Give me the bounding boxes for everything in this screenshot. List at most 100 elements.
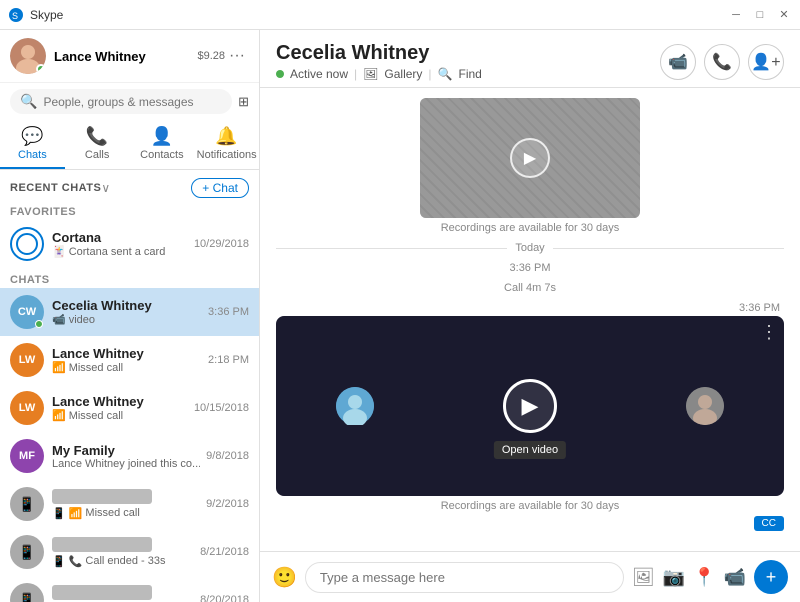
- list-item[interactable]: CW Cecelia Whitney 📹 video 3:36 PM: [0, 288, 259, 336]
- search-input[interactable]: [43, 95, 222, 109]
- more-options-icon[interactable]: ⋮: [760, 322, 778, 343]
- tab-calls-label: Calls: [85, 149, 109, 161]
- avatar: [10, 227, 44, 261]
- top-video-container: ▶: [276, 98, 784, 218]
- list-item[interactable]: 📱 ██████████ 📱 📶 Missed call 9/2/2018: [0, 480, 259, 528]
- search-box: 🔍: [10, 89, 232, 114]
- maximize-button[interactable]: □: [752, 7, 768, 23]
- message-input-bar: 🙂 🖼 📷 📍 📹 +: [260, 551, 800, 602]
- chat-info: Lance Whitney 📶 Missed call: [52, 394, 188, 422]
- chat-time: 10/15/2018: [194, 402, 249, 414]
- chat-name: Cortana: [52, 230, 188, 245]
- more-options-button[interactable]: ···: [225, 43, 249, 69]
- video-right-avatar: [686, 387, 724, 425]
- tab-contacts[interactable]: 👤 Contacts: [130, 120, 195, 169]
- status-text: Active now: [290, 67, 348, 81]
- video-block: ⋮ ▶ Open video: [276, 316, 784, 496]
- avatar-initials: MF: [19, 450, 35, 462]
- chat-preview: 📶 Missed call: [52, 361, 202, 374]
- emoji-button[interactable]: 🙂: [272, 565, 297, 590]
- profile-name: Lance Whitney: [54, 49, 193, 64]
- list-item[interactable]: Cortana 🃏 Cortana sent a card 10/29/2018: [0, 220, 259, 268]
- chat-header: Cecelia Whitney Active now | 🖼 Gallery |…: [260, 30, 800, 88]
- video-call-button[interactable]: 📹: [660, 44, 696, 80]
- chat-preview: Lance Whitney joined this co...: [52, 458, 200, 470]
- status-dot: [276, 70, 284, 78]
- send-button[interactable]: +: [754, 560, 788, 594]
- chat-info: ██████████ 📱 📞 Call ended - 33s: [52, 537, 194, 568]
- divider-label: Today: [515, 242, 544, 254]
- grid-icon[interactable]: ⊞: [238, 94, 249, 110]
- chat-time: 9/2/2018: [206, 498, 249, 510]
- minimize-button[interactable]: ─: [728, 7, 744, 23]
- list-item[interactable]: LW Lance Whitney 📶 Missed call 10/15/201…: [0, 384, 259, 432]
- tab-contacts-label: Contacts: [140, 149, 183, 161]
- recent-chats-chevron[interactable]: ∨: [101, 181, 110, 195]
- tab-chats[interactable]: 💬 Chats: [0, 120, 65, 169]
- avatar-initials: LW: [19, 354, 36, 366]
- video-message-button[interactable]: 📹: [724, 567, 746, 588]
- video-thumbnail[interactable]: ▶: [420, 98, 640, 218]
- find-icon: 🔍: [438, 67, 453, 81]
- close-button[interactable]: ✕: [776, 7, 792, 23]
- media-button[interactable]: 📷: [663, 567, 685, 588]
- video-icon: 📹: [52, 313, 66, 326]
- profile-row: Lance Whitney $9.28 ···: [0, 30, 259, 83]
- image-button[interactable]: 🖼: [632, 567, 655, 588]
- video-play-button[interactable]: ▶: [503, 379, 557, 433]
- recent-chats-label: RECENT CHATS: [10, 182, 101, 194]
- chat-time: 8/20/2018: [200, 594, 249, 602]
- search-icon: 🔍: [20, 93, 37, 110]
- app-icon: S: [8, 7, 24, 23]
- transcript-button[interactable]: CC: [754, 516, 784, 531]
- header-actions: 📹 📞 👤+: [660, 44, 784, 80]
- new-chat-label: + Chat: [202, 181, 238, 195]
- today-divider: Today: [276, 242, 784, 254]
- chat-header-name: Cecelia Whitney: [276, 42, 660, 65]
- add-contact-button[interactable]: 👤+: [748, 44, 784, 80]
- open-video-tooltip: Open video: [494, 441, 566, 459]
- avatar: 📱: [10, 535, 44, 569]
- chat-time: 10/29/2018: [194, 238, 249, 250]
- chat-time: 8/21/2018: [200, 546, 249, 558]
- chat-time: 9/8/2018: [206, 450, 249, 462]
- calls-icon: 📞: [86, 126, 108, 147]
- tab-notifications[interactable]: 🔔 Notifications: [194, 120, 259, 169]
- card-icon: 🃏: [52, 245, 66, 258]
- new-chat-button[interactable]: + Chat: [191, 178, 249, 198]
- video-left-avatar: [336, 387, 374, 425]
- recording-note-top: Recordings are available for 30 days: [276, 222, 784, 234]
- main-content: Cecelia Whitney Active now | 🖼 Gallery |…: [260, 30, 800, 602]
- location-button[interactable]: 📍: [693, 567, 715, 588]
- chat-name: ██████████: [52, 537, 152, 552]
- chat-preview: 📹 video: [52, 313, 202, 326]
- center-play-wrapper: ▶ Open video: [503, 379, 557, 433]
- profile-credit: $9.28: [197, 50, 225, 62]
- avatar: 📱: [10, 583, 44, 602]
- avatar-initials: LW: [19, 402, 36, 414]
- avatar: CW: [10, 295, 44, 329]
- divider-line: [276, 248, 507, 249]
- list-item[interactable]: 📱 ██████████ 📱 📞 Call ended - 33s 8/21/2…: [0, 528, 259, 576]
- messages-area: ▶ Recordings are available for 30 days T…: [260, 88, 800, 551]
- search-row: 🔍 ⊞: [0, 83, 259, 120]
- tab-chats-label: Chats: [18, 149, 47, 161]
- message-input[interactable]: [305, 562, 624, 593]
- chat-time: 3:36 PM: [208, 306, 249, 318]
- gallery-label: Gallery: [384, 67, 422, 81]
- separator: |: [428, 67, 431, 81]
- avatar-initials: CW: [18, 306, 36, 318]
- find-label: Find: [458, 67, 481, 81]
- missed-call-icon: 📶: [52, 409, 66, 422]
- list-item[interactable]: MF My Family Lance Whitney joined this c…: [0, 432, 259, 480]
- tab-calls[interactable]: 📞 Calls: [65, 120, 130, 169]
- video-icon: 📹: [668, 52, 688, 72]
- chat-info: ██████████ 9: [52, 585, 194, 602]
- list-item[interactable]: 📱 ██████████ 9 8/20/2018: [0, 576, 259, 602]
- phone-icon: 📞: [712, 52, 732, 72]
- chat-info: Lance Whitney 📶 Missed call: [52, 346, 202, 374]
- avatar: LW: [10, 343, 44, 377]
- list-item[interactable]: LW Lance Whitney 📶 Missed call 2:18 PM: [0, 336, 259, 384]
- audio-call-button[interactable]: 📞: [704, 44, 740, 80]
- play-button[interactable]: ▶: [510, 138, 550, 178]
